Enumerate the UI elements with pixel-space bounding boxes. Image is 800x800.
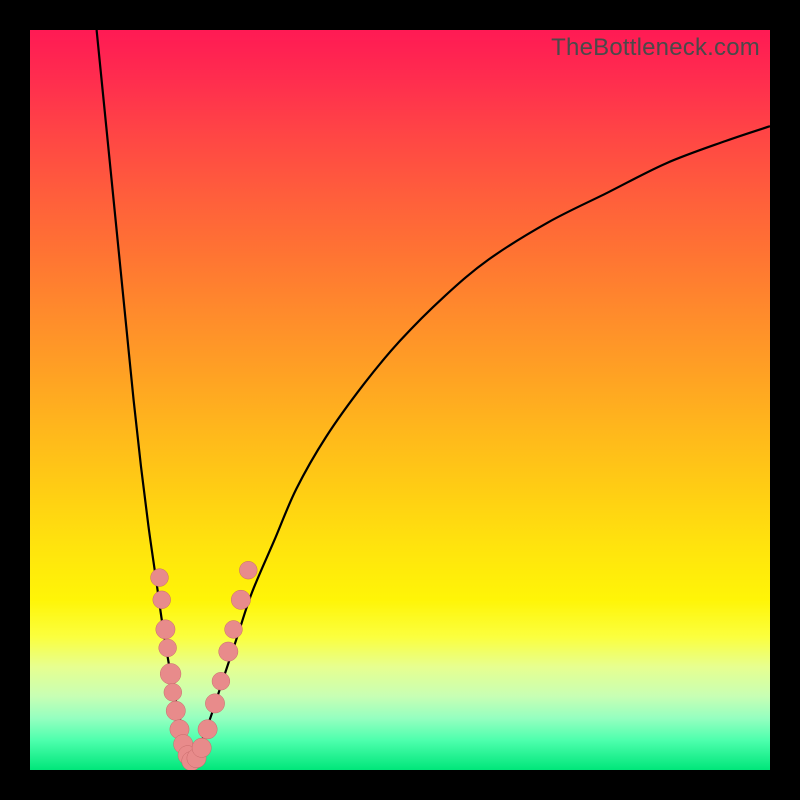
data-marker [156, 620, 175, 639]
data-marker [159, 639, 177, 657]
data-marker [231, 590, 250, 609]
bottleneck-curve [97, 30, 770, 763]
marker-cluster [151, 561, 258, 770]
data-marker [212, 672, 230, 690]
watermark-text: TheBottleneck.com [551, 34, 760, 62]
data-marker [192, 738, 211, 757]
data-marker [151, 569, 169, 587]
data-marker [205, 694, 224, 713]
chart-overlay [30, 30, 770, 770]
data-marker [198, 720, 217, 739]
data-marker [239, 561, 257, 579]
data-marker [166, 701, 185, 720]
data-marker [160, 663, 181, 684]
plot-area: TheBottleneck.com [30, 30, 770, 770]
data-marker [153, 591, 171, 609]
data-marker [219, 642, 238, 661]
data-marker [225, 621, 243, 639]
chart-frame: TheBottleneck.com [0, 0, 800, 800]
data-marker [164, 683, 182, 701]
